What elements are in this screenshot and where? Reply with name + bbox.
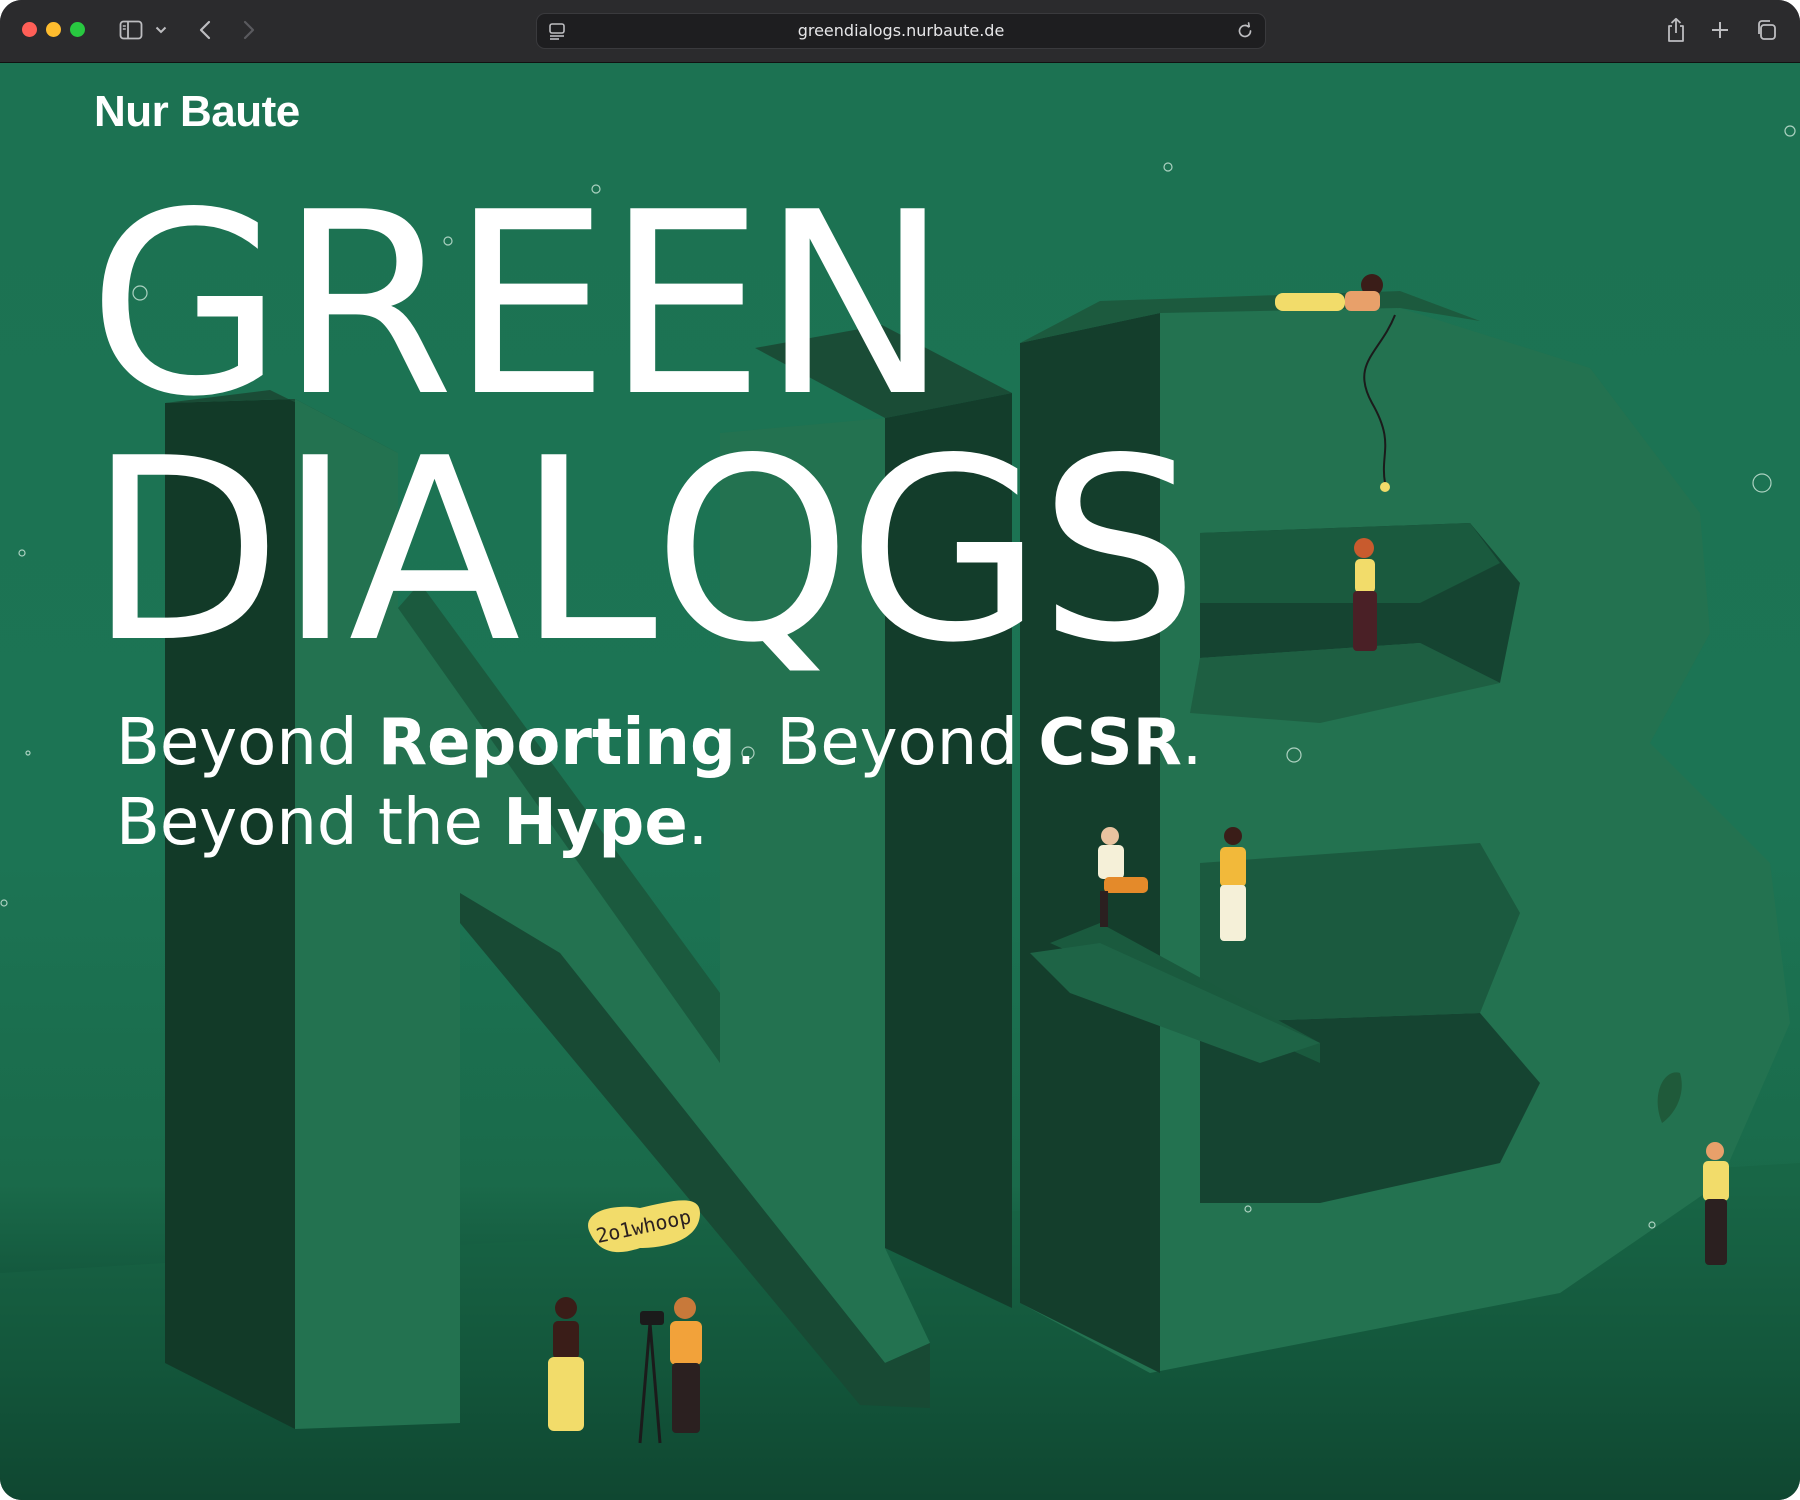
forward-icon: [243, 20, 255, 40]
zoom-window-button[interactable]: [70, 22, 85, 37]
tagline-beyond-2: Beyond: [776, 706, 1039, 780]
browser-window: greendialogs.nurbaute.de 2o1whoop Nur Ba…: [0, 0, 1800, 1500]
address-bar[interactable]: greendialogs.nurbaute.de: [536, 13, 1266, 49]
tagline-csr: CSR: [1038, 706, 1182, 780]
tab-overview-icon: [1758, 20, 1776, 40]
headline-line-1: GREEN: [88, 159, 949, 452]
reload-icon[interactable]: [1235, 21, 1255, 41]
tab-overview-button[interactable]: [1752, 16, 1780, 44]
tagline-line-1: Beyond Reporting. Beyond CSR.: [116, 703, 1202, 783]
sidebar-toggle-button[interactable]: [116, 16, 146, 44]
tab-group-menu-button[interactable]: [152, 16, 170, 44]
tagline-beyond-1: Beyond: [116, 706, 378, 780]
back-button[interactable]: [192, 16, 218, 44]
close-window-button[interactable]: [22, 22, 37, 37]
headline-line-2: DIALQGS: [88, 405, 1199, 698]
tagline-hype: Hype: [503, 786, 688, 860]
tagline-reporting: Reporting: [377, 706, 736, 780]
web-page: 2o1whoop Nur Baute GREEN DIALQGS Beyond …: [0, 63, 1800, 1500]
new-tab-icon: [1712, 22, 1728, 38]
tagline-dot-3: .: [687, 786, 709, 860]
site-logo[interactable]: Nur Baute: [94, 87, 300, 137]
back-icon: [199, 20, 211, 40]
minimize-window-button[interactable]: [46, 22, 61, 37]
tagline-dot-1: .: [735, 706, 777, 780]
forward-button[interactable]: [236, 16, 262, 44]
tagline-dot-2: .: [1181, 706, 1203, 780]
tagline-line-2: Beyond the Hype.: [116, 783, 1202, 863]
tagline-beyond-3: Beyond the: [116, 786, 504, 860]
share-button[interactable]: [1662, 16, 1690, 44]
hero-headline: GREEN DIALQGS: [88, 159, 1199, 698]
hero-tagline: Beyond Reporting. Beyond CSR. Beyond the…: [116, 703, 1202, 863]
share-icon: [1668, 17, 1684, 42]
new-tab-button[interactable]: [1706, 16, 1734, 44]
url-text[interactable]: greendialogs.nurbaute.de: [537, 14, 1265, 48]
chevron-down-icon: [155, 26, 167, 34]
browser-toolbar: greendialogs.nurbaute.de: [0, 0, 1800, 63]
sidebar-icon: [119, 20, 143, 40]
